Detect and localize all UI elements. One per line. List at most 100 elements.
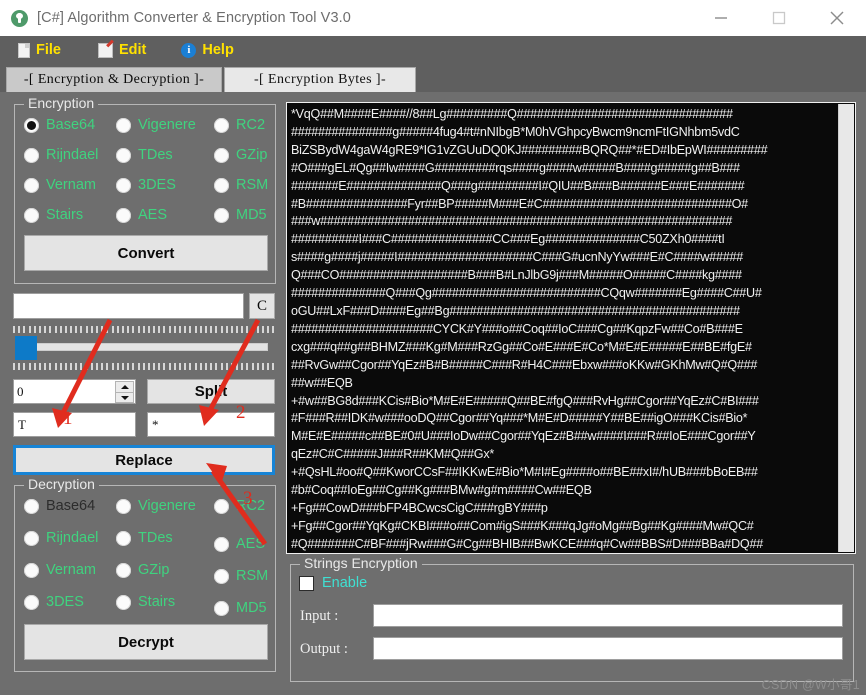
annotation-number-2: 2 [236,402,246,423]
enable-strings-encryption-checkbox[interactable]: Enable [299,575,367,591]
radio-encryption-md5[interactable]: MD5 [214,207,267,223]
radio-dot [214,568,229,584]
decryption-group-title: Decryption [24,476,99,492]
radio-dot [24,530,39,546]
application-window: [C#] Algorithm Converter & Encryption To… [0,0,866,695]
radio-label: Vernam [46,562,96,578]
convert-button[interactable]: Convert [24,235,268,271]
annotation-number-3: 3 [243,488,253,509]
radio-encryption-vernam[interactable]: Vernam [24,177,96,193]
radio-label: AES [236,536,266,552]
radio-encryption-rsm[interactable]: RSM [214,177,268,193]
radio-dot [214,207,229,223]
radio-label: GZip [236,147,268,163]
radio-encryption-vigenere[interactable]: Vigenere [116,117,196,133]
radio-dot [24,177,39,193]
find-input[interactable]: T [13,412,136,437]
cipher-text-content: *VqQ##M####E####//8##Lg#########Q#######… [291,107,768,551]
radio-label: TDes [138,147,173,163]
radio-encryption-tdes[interactable]: TDes [116,147,173,163]
menu-edit[interactable]: Edit [88,36,159,65]
slider-thumb[interactable] [15,336,37,360]
menu-help-label: Help [202,42,234,59]
radio-decryption-gzip[interactable]: GZip [116,562,169,578]
spinner-down-button[interactable] [115,392,134,403]
slider-ticks-top [13,326,275,333]
radio-dot [214,177,229,193]
radio-dot [116,530,131,546]
radio-dot [116,594,131,610]
radio-encryption-stairs[interactable]: Stairs [24,207,83,223]
radio-label: 3DES [138,177,176,193]
maximize-button[interactable] [750,0,808,36]
radio-dot [24,562,39,578]
radio-encryption-rijndael[interactable]: Rijndael [24,147,98,163]
clear-button[interactable]: C [249,293,275,319]
replace-button[interactable]: Replace [13,445,275,475]
length-slider[interactable] [13,326,275,370]
slider-ticks-bottom [13,363,275,370]
radio-dot [116,498,131,514]
tab-strip: -[ Encryption & Decryption ]- -[ Encrypt… [0,65,866,92]
radio-dot [24,594,39,610]
radio-encryption-gzip[interactable]: GZip [214,147,267,163]
radio-dot [116,147,131,163]
radio-label: RSM [236,177,269,193]
radio-decryption-rsm[interactable]: RSM [214,568,268,584]
radio-label: Rijndael [46,147,99,163]
number-input[interactable]: 0 [13,379,136,404]
tab-encryption-bytes[interactable]: -[ Encryption Bytes ]- [224,67,416,92]
menu-help[interactable]: i Help [171,36,246,65]
pencil-icon [97,43,113,58]
spinner-up-button[interactable] [115,381,134,392]
client-area: Encryption Base64 Vigenere RC2 Rijndael … [0,92,866,695]
radio-decryption-base64[interactable]: Base64 [24,498,95,514]
checkbox-box [299,575,314,591]
radio-dot [116,117,131,133]
radio-label: GZip [138,562,170,578]
key-icon [11,9,28,27]
vertical-scrollbar[interactable] [838,104,854,552]
radio-dot [24,498,39,514]
radio-decryption-aes[interactable]: AES [214,536,265,552]
menu-edit-label: Edit [118,42,147,59]
replace-with-input[interactable]: * [147,412,275,437]
menu-file-label: File [36,42,61,59]
key-input[interactable] [13,293,244,319]
cipher-text-editor[interactable]: *VqQ##M####E####//8##Lg#########Q#######… [286,102,856,554]
menu-bar: File Edit i Help [0,36,866,65]
radio-decryption-3des[interactable]: 3DES [24,594,84,610]
menu-file[interactable]: File [8,36,74,65]
radio-encryption-rc2[interactable]: RC2 [214,117,265,133]
annotation-number-1: 1 [63,408,73,429]
radio-label: 3DES [46,594,84,610]
replace-with-input-value: * [152,416,159,432]
radio-label: Base64 [46,498,96,514]
radio-label: Base64 [46,117,96,133]
close-button[interactable] [808,0,866,36]
radio-decryption-vigenere[interactable]: Vigenere [116,498,196,514]
decrypt-button[interactable]: Decrypt [24,624,268,660]
strings-output-field[interactable] [373,637,843,660]
radio-label: RSM [236,568,269,584]
radio-label: MD5 [236,600,267,616]
radio-encryption-aes[interactable]: AES [116,207,167,223]
radio-decryption-rijndael[interactable]: Rijndael [24,530,98,546]
split-button[interactable]: Split [147,379,275,404]
minimize-button[interactable] [692,0,750,36]
radio-dot [24,147,39,163]
strings-input-field[interactable] [373,604,843,627]
title-bar: [C#] Algorithm Converter & Encryption To… [0,0,866,36]
number-spinner[interactable] [115,381,134,404]
radio-decryption-stairs[interactable]: Stairs [116,594,175,610]
window-controls [692,0,866,36]
radio-decryption-rc2[interactable]: RC2 [214,498,265,514]
radio-decryption-md5[interactable]: MD5 [214,600,267,616]
radio-dot [214,536,229,552]
radio-decryption-tdes[interactable]: TDes [116,530,173,546]
tab-encryption-decryption[interactable]: -[ Encryption & Decryption ]- [6,67,222,92]
radio-label: AES [138,207,168,223]
radio-encryption-3des[interactable]: 3DES [116,177,176,193]
radio-decryption-vernam[interactable]: Vernam [24,562,96,578]
radio-encryption-base64[interactable]: Base64 [24,117,95,133]
